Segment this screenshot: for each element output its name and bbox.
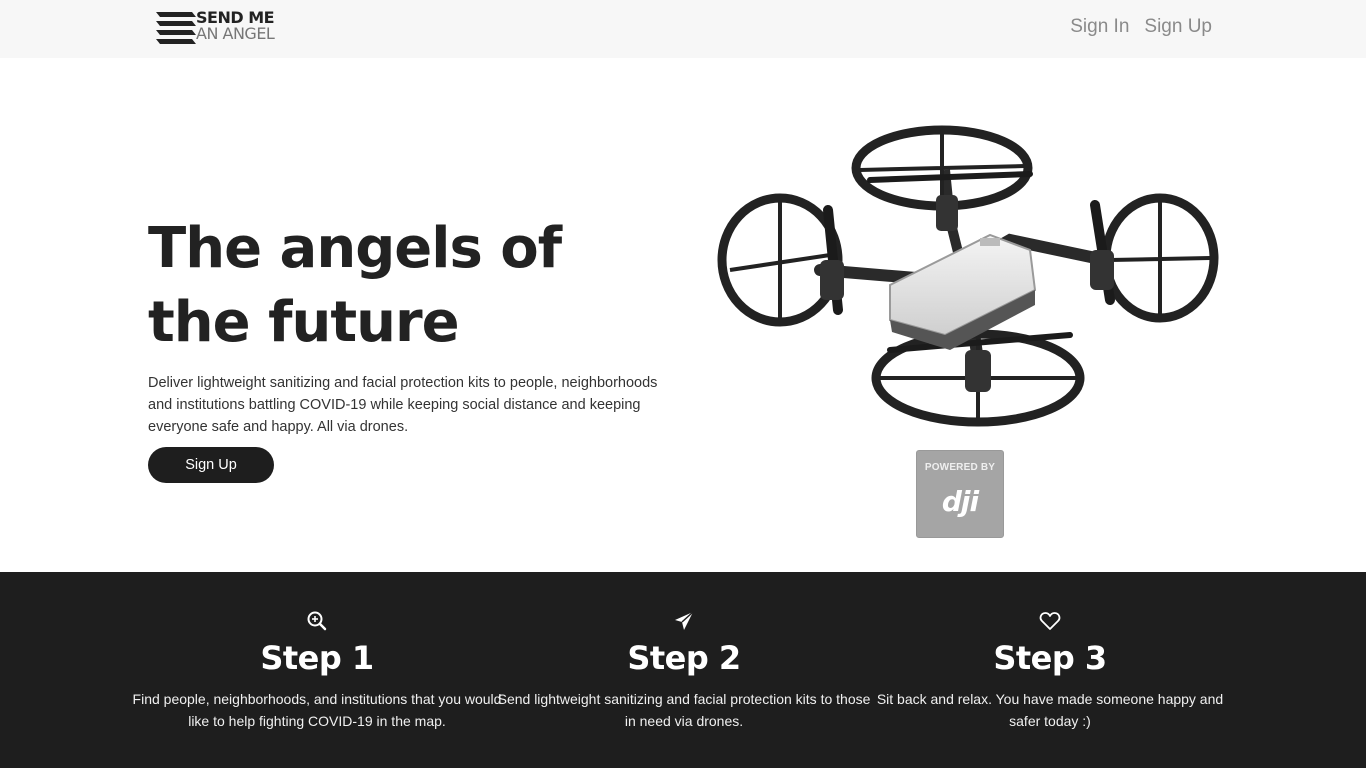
drone-image	[717, 125, 1219, 427]
hero-sign-up-button[interactable]: Sign Up	[148, 447, 274, 483]
hero-title: The angels of the future	[148, 216, 562, 355]
logo-text: SEND ME AN ANGEL	[196, 10, 275, 43]
dji-badge: POWERED BY dji	[916, 450, 1004, 538]
steps-section: Step 1 Find people, neighborhoods, and i…	[0, 572, 1366, 768]
step-text: Find people, neighborhoods, and institut…	[132, 691, 502, 729]
powered-by-text: POWERED BY	[924, 462, 996, 473]
heart-icon	[1039, 612, 1061, 630]
dji-logo: dji	[941, 485, 979, 518]
sign-up-link[interactable]: Sign Up	[1144, 16, 1212, 38]
step-text: Sit back and relax. You have made someon…	[876, 691, 1224, 729]
search-icon	[307, 611, 327, 631]
step-text: Send lightweight sanitizing and facial p…	[497, 691, 871, 729]
send-icon	[675, 611, 694, 630]
sign-in-link[interactable]: Sign In	[1070, 16, 1129, 38]
step-title: Step 2	[627, 639, 741, 677]
logo-stripes-icon	[156, 12, 196, 44]
logo-line2: AN ANGEL	[196, 24, 275, 43]
nav-links: Sign In Sign Up	[1070, 16, 1212, 38]
step-title: Step 3	[993, 639, 1107, 677]
navbar: SEND ME AN ANGEL Sign In Sign Up	[0, 0, 1366, 58]
step-title: Step 1	[260, 639, 374, 677]
hero-description: Deliver lightweight sanitizing and facia…	[148, 375, 658, 435]
logo[interactable]: SEND ME AN ANGEL	[156, 10, 296, 48]
